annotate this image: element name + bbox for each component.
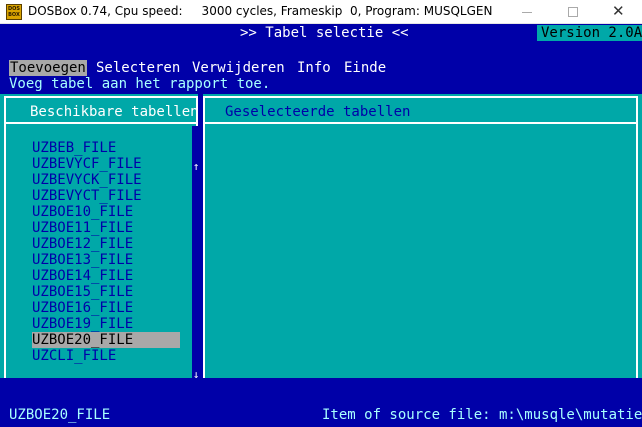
table-list-item[interactable]: UZBOE15_FILE [32,284,180,300]
table-list-item[interactable]: UZBOE12_FILE [32,236,180,252]
table-list-item[interactable]: UZBEVYCK_FILE [32,172,180,188]
dos-screen: >> Tabel selectie << Version 2.0A Toevoe… [0,24,642,427]
maximize-button[interactable] [550,0,596,24]
menu-item-selecteren[interactable]: Selecteren [96,60,180,76]
menu-hint: Voeg tabel aan het rapport toe. [9,76,271,92]
table-list-item[interactable]: UZBEB_FILE [32,140,180,156]
header-spacer [0,42,642,60]
header-bar: >> Tabel selectie << Version 2.0A [0,24,642,42]
selected-tables-title: Geselecteerde tabellen [225,104,411,120]
screen-title: >> Tabel selectie << [240,25,409,41]
bottom-spacer [0,378,642,402]
available-tables-title: Beschikbare tabellen [30,104,199,120]
menu-item-info[interactable]: Info [297,60,331,76]
menu-bar: Toevoegen Selecteren Verwijderen Info Ei… [0,60,642,94]
table-list-item[interactable]: UZBEVYCF_FILE [32,156,180,172]
dosbox-app-icon: DOS BOX [6,4,22,20]
selected-tables-header: Geselecteerde tabellen [205,98,636,124]
table-list-item[interactable]: UZCLI_FILE [32,348,180,364]
close-icon: ✕ [612,2,625,20]
menu-item-toevoegen[interactable]: Toevoegen [9,60,87,76]
close-button[interactable]: ✕ [596,0,642,24]
scroll-up-arrow-icon[interactable]: ↑ [192,160,200,174]
menu-item-verwijderen[interactable]: Verwijderen [192,60,285,76]
status-current-table: UZBOE20_FILE [9,407,111,423]
window-title: DOSBox 0.74, Cpu speed: 3000 cycles, Fra… [28,4,493,18]
table-list-item[interactable]: UZBOE16_FILE [32,300,180,316]
minimize-icon [522,12,532,13]
status-source-file: Item of source file: m:\musqle\mutatie [322,407,642,423]
available-tables-list: UZBEB_FILE UZBEVYCF_FILE UZBEVYCK_FILE UZBE… [32,140,180,364]
selected-tables-panel: Geselecteerde tabellen [203,96,638,380]
table-list-item[interactable]: UZBOE10_FILE [32,204,180,220]
version-label: Version 2.0A [537,25,642,41]
available-tables-panel: Beschikbare tabellen UZBEB_FILE UZBEVYCF_… [4,96,200,381]
window-titlebar: DOS BOX DOSBox 0.74, Cpu speed: 3000 cyc… [0,0,642,24]
available-tables-header: Beschikbare tabellen [6,98,199,124]
scrollbar[interactable]: ↑ ↓ [192,126,200,381]
table-list-item[interactable]: UZBOE13_FILE [32,252,180,268]
table-list-item[interactable]: UZBOE20_FILE [32,332,180,348]
menu-item-einde[interactable]: Einde [344,60,386,76]
status-bar: UZBOE20_FILE Item of source file: m:\mus… [0,402,642,427]
table-list-item[interactable]: UZBOE19_FILE [32,316,180,332]
table-list-item[interactable]: UZBEVYCT_FILE [32,188,180,204]
table-list-item[interactable]: UZBOE14_FILE [32,268,180,284]
minimize-button[interactable] [504,0,550,24]
table-list-item[interactable]: UZBOE11_FILE [32,220,180,236]
maximize-icon [568,7,578,17]
